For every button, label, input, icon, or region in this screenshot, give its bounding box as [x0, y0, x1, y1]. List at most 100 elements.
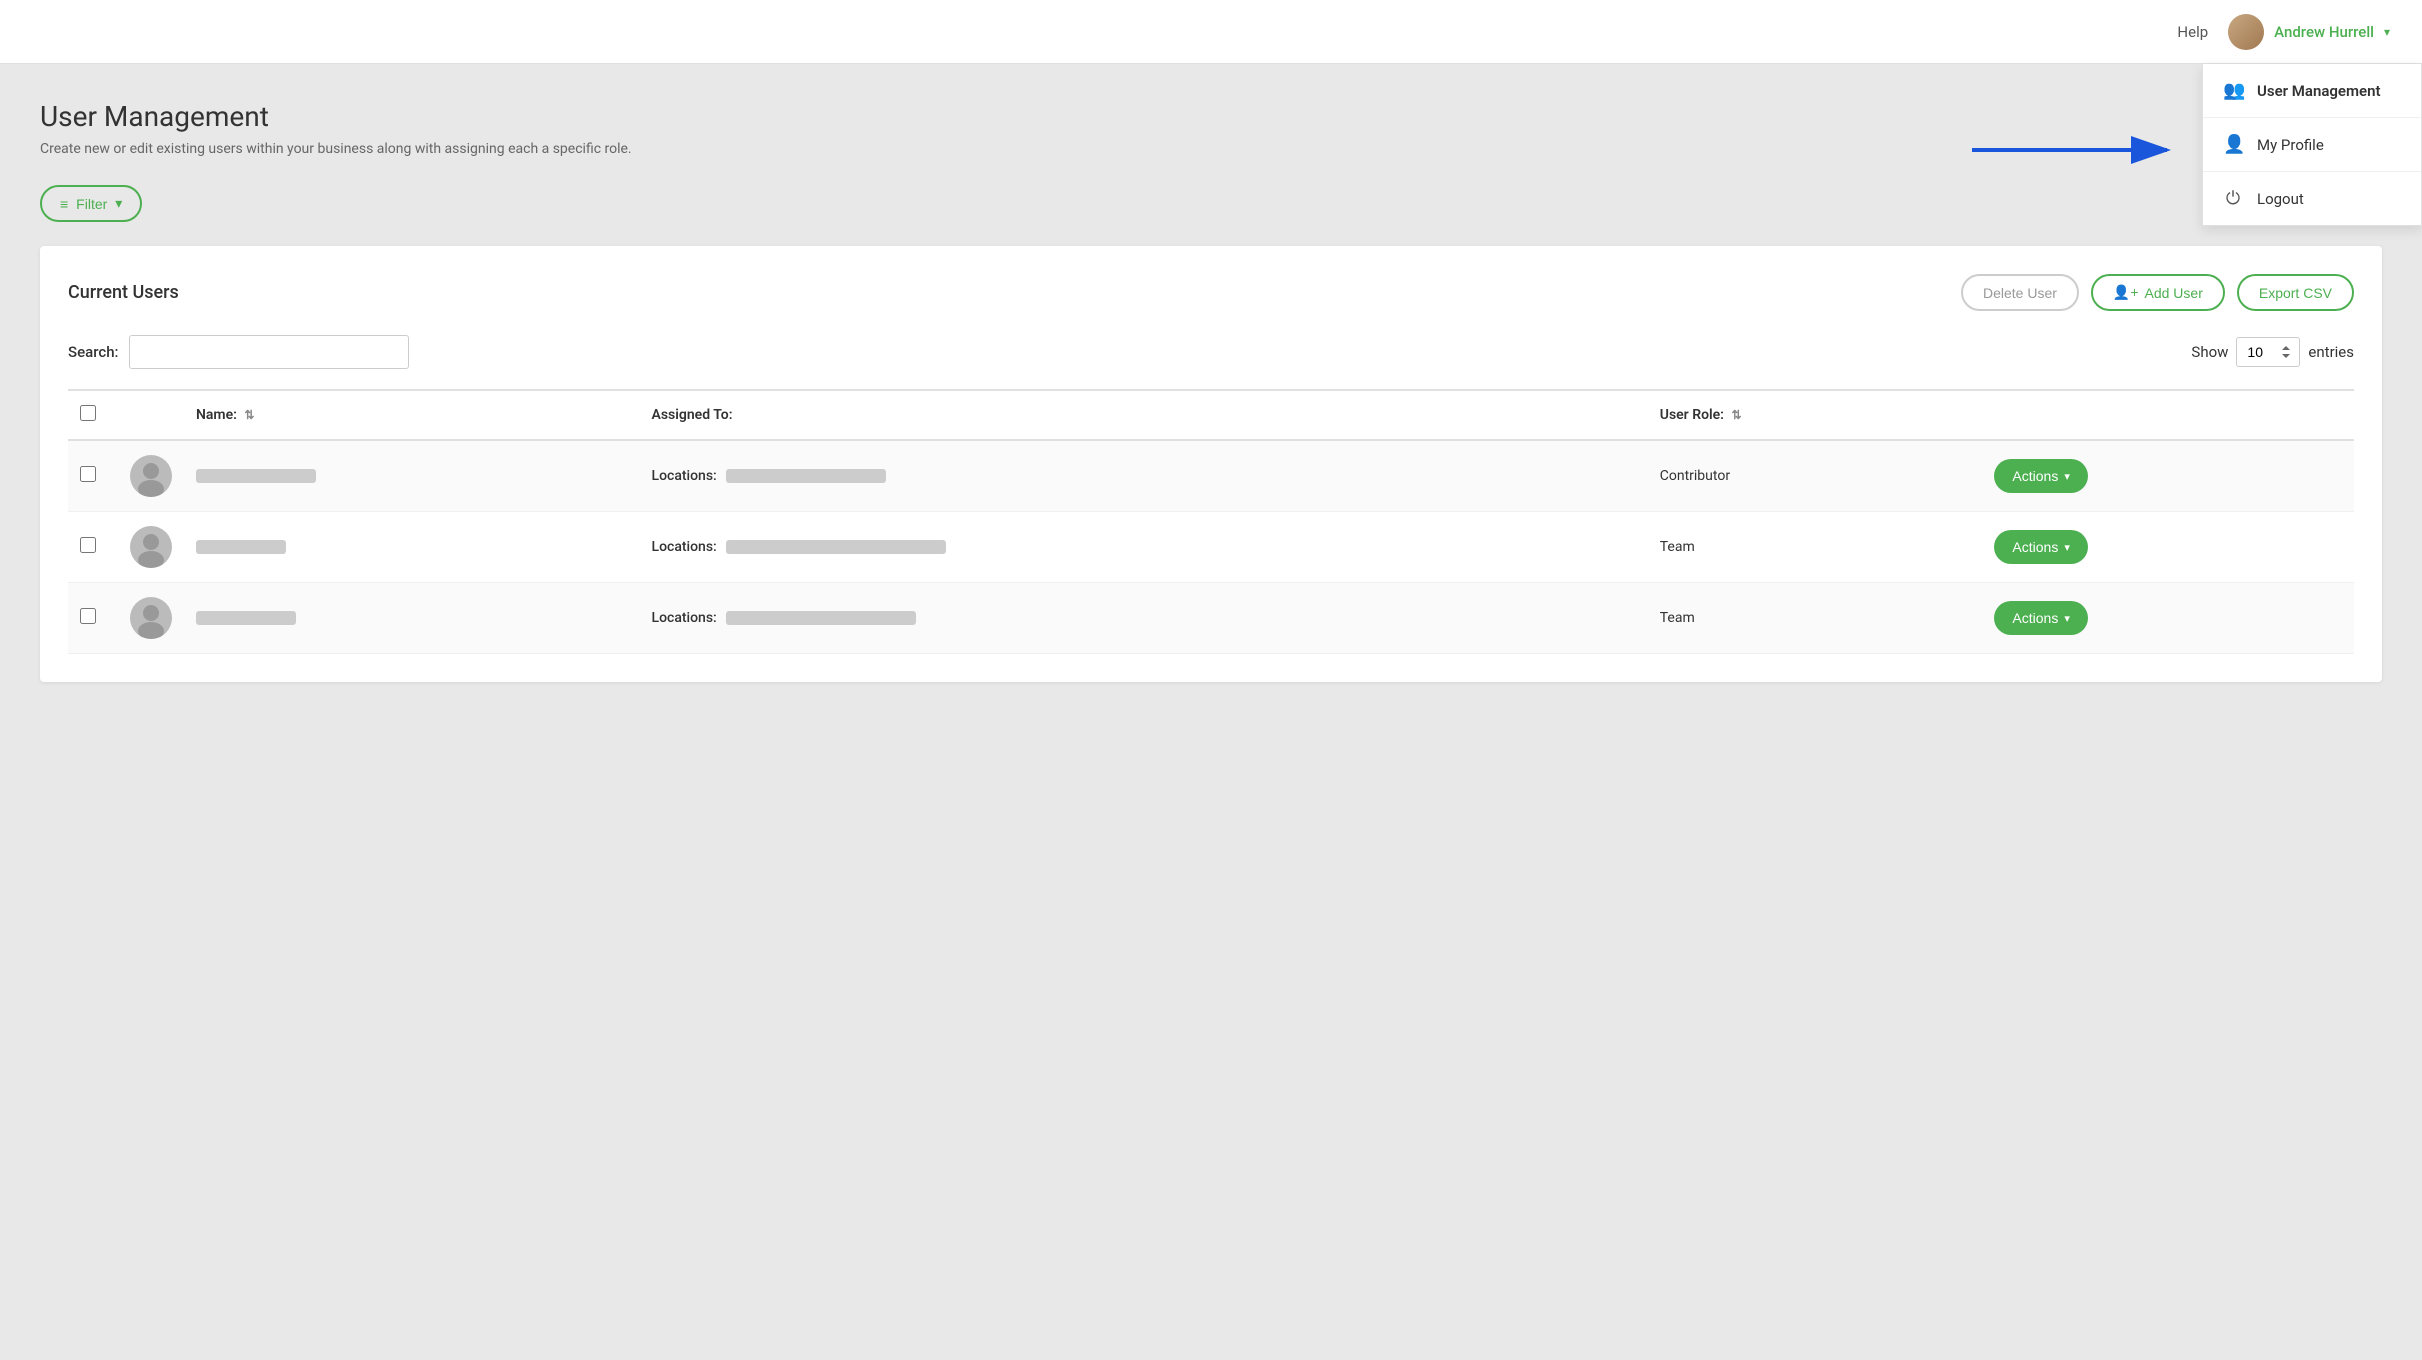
- table-card-header: Current Users Delete User 👤+ Add User Ex…: [68, 274, 2354, 311]
- users-table-card: Current Users Delete User 👤+ Add User Ex…: [40, 246, 2382, 682]
- row-checkbox-cell: [68, 440, 118, 512]
- user-silhouette-icon: [130, 597, 172, 639]
- th-user-role[interactable]: User Role: ⇅: [1648, 390, 1983, 440]
- row-checkbox-cell: [68, 583, 118, 654]
- row-actions-button[interactable]: Actions ▾: [1994, 530, 2087, 564]
- row-name-cell: [184, 440, 640, 512]
- row-checkbox-3[interactable]: [80, 608, 96, 624]
- top-navigation: Help Andrew Hurrell ▾ 👥 User Management …: [0, 0, 2422, 64]
- actions-label: Actions: [2012, 539, 2058, 555]
- table-row: Locations: Contributor Actions ▾: [68, 440, 2354, 512]
- row-assigned-cell: Locations:: [640, 512, 1648, 583]
- add-user-label: Add User: [2145, 285, 2203, 301]
- actions-chevron-icon: ▾: [2064, 541, 2070, 554]
- row-role-cell: Team: [1648, 583, 1983, 654]
- filter-icon: ≡: [60, 196, 68, 212]
- th-checkbox: [68, 390, 118, 440]
- th-role-label: User Role:: [1660, 407, 1724, 423]
- row-role-cell: Team: [1648, 512, 1983, 583]
- filter-button[interactable]: ≡ Filter ▾: [40, 185, 142, 222]
- table-controls: Search: Show 10 25 50 100 entries: [68, 335, 2354, 369]
- sort-icon-name: ⇅: [244, 408, 254, 422]
- search-input[interactable]: [129, 335, 409, 369]
- table-row: Locations: Team Actions ▾: [68, 512, 2354, 583]
- actions-label: Actions: [2012, 610, 2058, 626]
- row-checkbox-1[interactable]: [80, 466, 96, 482]
- chevron-down-icon: ▾: [2384, 25, 2390, 39]
- row-assigned-label: Locations:: [652, 468, 717, 484]
- th-assigned-to: Assigned To:: [640, 390, 1648, 440]
- actions-label: Actions: [2012, 468, 2058, 484]
- row-assigned-blurred: [726, 540, 946, 554]
- row-checkbox-2[interactable]: [80, 537, 96, 553]
- row-assigned-cell: Locations:: [640, 440, 1648, 512]
- row-assigned-blurred: [726, 611, 916, 625]
- add-user-button[interactable]: 👤+ Add User: [2091, 274, 2225, 311]
- actions-chevron-icon: ▾: [2064, 470, 2070, 483]
- add-user-icon: 👤+: [2113, 284, 2139, 301]
- users-table: Name: ⇅ Assigned To: User Role: ⇅: [68, 389, 2354, 654]
- th-avatar: [118, 390, 184, 440]
- show-label: Show: [2191, 343, 2228, 361]
- row-name-blurred: [196, 469, 316, 483]
- user-dropdown-menu: 👥 User Management 👤 My Profile ⏻ Logout: [2202, 64, 2422, 226]
- entries-label: entries: [2308, 343, 2354, 361]
- row-assigned-label: Locations:: [652, 539, 717, 555]
- actions-chevron-icon: ▾: [2064, 612, 2070, 625]
- row-name-blurred: [196, 611, 296, 625]
- search-label: Search:: [68, 343, 119, 361]
- arrow-annotation: [1972, 120, 2192, 184]
- row-name-blurred: [196, 540, 286, 554]
- row-role-cell: Contributor: [1648, 440, 1983, 512]
- row-name-cell: [184, 583, 640, 654]
- sort-icon-role: ⇅: [1731, 408, 1741, 422]
- th-actions: [1982, 390, 2354, 440]
- export-csv-button[interactable]: Export CSV: [2237, 274, 2354, 311]
- th-name[interactable]: Name: ⇅: [184, 390, 640, 440]
- profile-icon: 👤: [2223, 134, 2243, 155]
- avatar: [2228, 14, 2264, 50]
- filter-label: Filter: [76, 196, 107, 212]
- row-role-value: Team: [1660, 539, 1695, 555]
- dropdown-label-user-management: User Management: [2257, 82, 2381, 100]
- user-avatar: [130, 455, 172, 497]
- row-checkbox-cell: [68, 512, 118, 583]
- entries-select[interactable]: 10 25 50 100: [2236, 337, 2300, 367]
- th-name-label: Name:: [196, 407, 237, 423]
- row-avatar-cell: [118, 512, 184, 583]
- row-assigned-label: Locations:: [652, 610, 717, 626]
- user-avatar: [130, 597, 172, 639]
- current-users-title: Current Users: [68, 282, 179, 303]
- user-silhouette-icon: [130, 526, 172, 568]
- avatar-image: [2228, 14, 2264, 50]
- row-actions-cell: Actions ▾: [1982, 512, 2354, 583]
- th-assigned-label: Assigned To:: [652, 407, 733, 423]
- help-link[interactable]: Help: [2177, 23, 2208, 41]
- row-assigned-blurred: [726, 469, 886, 483]
- nav-right: Help Andrew Hurrell ▾: [2177, 14, 2390, 50]
- user-avatar: [130, 526, 172, 568]
- row-name-cell: [184, 512, 640, 583]
- header-actions: Delete User 👤+ Add User Export CSV: [1961, 274, 2354, 311]
- user-name: Andrew Hurrell: [2274, 23, 2374, 41]
- row-actions-button[interactable]: Actions ▾: [1994, 459, 2087, 493]
- row-role-value: Contributor: [1660, 468, 1730, 484]
- row-role-value: Team: [1660, 610, 1695, 626]
- search-group: Search:: [68, 335, 409, 369]
- dropdown-item-my-profile[interactable]: 👤 My Profile: [2203, 118, 2421, 172]
- dropdown-label-my-profile: My Profile: [2257, 136, 2324, 154]
- filter-chevron-icon: ▾: [115, 195, 122, 212]
- dropdown-item-logout[interactable]: ⏻ Logout: [2203, 172, 2421, 225]
- dropdown-label-logout: Logout: [2257, 190, 2304, 208]
- row-actions-cell: Actions ▾: [1982, 583, 2354, 654]
- row-avatar-cell: [118, 583, 184, 654]
- table-row: Locations: Team Actions ▾: [68, 583, 2354, 654]
- select-all-checkbox[interactable]: [80, 405, 96, 421]
- user-menu-trigger[interactable]: Andrew Hurrell ▾: [2228, 14, 2390, 50]
- dropdown-item-user-management[interactable]: 👥 User Management: [2203, 64, 2421, 118]
- row-actions-button[interactable]: Actions ▾: [1994, 601, 2087, 635]
- user-silhouette-icon: [130, 455, 172, 497]
- row-actions-cell: Actions ▾: [1982, 440, 2354, 512]
- users-icon: 👥: [2223, 80, 2243, 101]
- delete-user-button[interactable]: Delete User: [1961, 274, 2079, 311]
